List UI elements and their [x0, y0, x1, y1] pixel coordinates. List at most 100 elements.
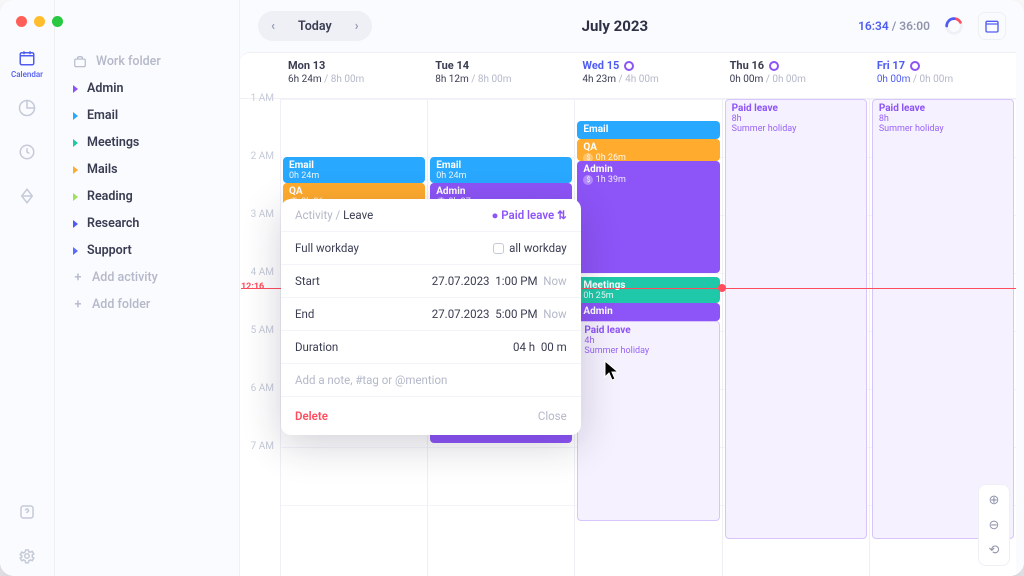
triangle-icon: [73, 112, 78, 120]
ring-icon: [943, 15, 965, 37]
topbar: ‹ Today › July 2023 16:34 / 36:00: [240, 0, 1024, 52]
work-folder-label: Work folder: [96, 54, 161, 69]
close-dot[interactable]: [16, 16, 27, 27]
iconbar-settings[interactable]: [7, 536, 47, 576]
day-headers: Mon 13 6h 24m / 8h 00m Tue 14 8h 12m / 8…: [240, 53, 1016, 99]
day-col-thu[interactable]: Paid leave 8h Summer holiday: [722, 99, 869, 576]
end-time-input[interactable]: 5:00 PM: [495, 307, 537, 321]
start-time-input[interactable]: 1:00 PM: [495, 274, 537, 288]
pie-chart-icon: [18, 99, 36, 117]
day-col-wed[interactable]: Email QA $ 0h 26m Admin $ 1h 39m Meeting…: [574, 99, 721, 576]
cursor-icon: [603, 360, 621, 382]
event-paid-leave[interactable]: Paid leave 8h Summer holiday: [725, 99, 867, 539]
activity-admin[interactable]: Admin: [65, 75, 229, 102]
popup-note-row: Add a note, #tag or @mention: [281, 364, 581, 397]
popup-workday-row: Full workday all workday: [281, 232, 581, 265]
event-email[interactable]: Email 0h 24m: [283, 157, 425, 183]
popup-type-row: Activity / Leave ● Paid leave ⇅: [281, 199, 581, 232]
all-workday-checkbox[interactable]: all workday: [493, 241, 567, 255]
iconbar-reports[interactable]: [7, 88, 47, 128]
event-paid-leave[interactable]: Paid leave 4h Summer holiday: [577, 321, 719, 521]
triangle-icon: [73, 193, 78, 201]
hour-label: 4 AM: [240, 267, 274, 325]
popup-actions: Delete Close: [281, 397, 581, 435]
maximize-dot[interactable]: [52, 16, 63, 27]
activity-research[interactable]: Research: [65, 210, 229, 237]
duration-h-input[interactable]: 04 h: [513, 340, 535, 354]
work-folder-row[interactable]: Work folder: [65, 48, 229, 75]
ring-icon: [910, 61, 920, 71]
hour-label: 1 AM: [240, 93, 274, 151]
window-traffic-lights[interactable]: [16, 16, 63, 27]
help-icon: [18, 503, 36, 521]
hour-labels: 1 AM2 AM3 AM4 AM5 AM6 AM7 AM: [240, 99, 280, 576]
add-activity[interactable]: + Add activity: [65, 264, 229, 291]
day-header[interactable]: Thu 16 0h 00m / 0h 00m: [722, 53, 869, 98]
day-header[interactable]: Tue 14 8h 12m / 8h 00m: [427, 53, 574, 98]
hour-label: 5 AM: [240, 325, 274, 383]
zoom-controls: ⊕ ⊖ ⟲: [978, 484, 1010, 566]
briefcase-icon: [73, 55, 87, 69]
activity-support[interactable]: Support: [65, 237, 229, 264]
gear-icon: [18, 547, 36, 565]
zoom-out-button[interactable]: ⊖: [983, 514, 1005, 536]
add-folder-label: Add folder: [92, 297, 150, 312]
day-header[interactable]: Wed 15 4h 23m / 4h 00m: [574, 53, 721, 98]
hour-label: 7 AM: [240, 441, 274, 499]
activity-label: Email: [87, 108, 118, 123]
add-folder[interactable]: + Add folder: [65, 291, 229, 318]
end-now-button[interactable]: Now: [543, 307, 566, 321]
activity-reading[interactable]: Reading: [65, 183, 229, 210]
duration-m-input[interactable]: 00 m: [541, 340, 567, 354]
activity-label: Research: [87, 216, 139, 231]
ring-icon: [769, 61, 779, 71]
activity-mails[interactable]: Mails: [65, 156, 229, 183]
popup-end-row: End 27.07.2023 5:00 PM Now: [281, 298, 581, 331]
zoom-in-button[interactable]: ⊕: [983, 489, 1005, 511]
triangle-icon: [73, 220, 78, 228]
popup-start-row: Start 27.07.2023 1:00 PM Now: [281, 265, 581, 298]
triangle-icon: [73, 247, 78, 255]
activity-meetings[interactable]: Meetings: [65, 129, 229, 156]
calendar-icon: [18, 49, 36, 67]
event-admin[interactable]: Admin $ 1h 39m: [577, 161, 719, 273]
iconbar-calendar[interactable]: Calendar: [7, 44, 47, 84]
sidebar: Work folder Admin Email Meetings Mails R…: [55, 0, 240, 576]
iconbar-app[interactable]: [7, 176, 47, 216]
progress-ring-icon[interactable]: [940, 12, 968, 40]
delete-button[interactable]: Delete: [295, 409, 328, 423]
close-button[interactable]: Close: [538, 409, 567, 423]
leave-type-select[interactable]: ● Paid leave ⇅: [491, 208, 566, 222]
event-paid-leave[interactable]: Paid leave 8h Summer holiday: [872, 99, 1014, 539]
day-header[interactable]: Fri 17 0h 00m / 0h 00m: [869, 53, 1016, 98]
calendar-view-button[interactable]: [978, 12, 1006, 40]
activity-email[interactable]: Email: [65, 102, 229, 129]
popup-duration-row: Duration 04 h 00 m: [281, 331, 581, 364]
minimize-dot[interactable]: [34, 16, 45, 27]
iconbar-help[interactable]: [7, 492, 47, 532]
event-email[interactable]: Email: [577, 121, 719, 139]
calendar-columns: Email 0h 24m QA $ 0h 26m Admin with @dev…: [280, 99, 1016, 576]
event-admin[interactable]: Admin: [577, 303, 719, 321]
iconbar: Calendar: [0, 0, 55, 576]
start-now-button[interactable]: Now: [543, 274, 566, 288]
zoom-reset-button[interactable]: ⟲: [983, 539, 1005, 561]
diamond-icon: [18, 187, 36, 205]
add-activity-label: Add activity: [92, 270, 158, 285]
end-date-input[interactable]: 27.07.2023: [432, 307, 490, 321]
note-input[interactable]: Add a note, #tag or @mention: [295, 373, 567, 387]
month-title: July 2023: [382, 17, 848, 35]
today-button[interactable]: Today: [288, 19, 342, 34]
iconbar-clock[interactable]: [7, 132, 47, 172]
day-header[interactable]: Mon 13 6h 24m / 8h 00m: [280, 53, 427, 98]
event-qa[interactable]: QA $ 0h 26m: [577, 139, 719, 161]
day-col-mon[interactable]: Email 0h 24m QA $ 0h 26m Admin with @dev…: [280, 99, 427, 576]
triangle-icon: [73, 166, 78, 174]
start-date-input[interactable]: 27.07.2023: [432, 274, 490, 288]
event-meetings[interactable]: Meetings 0h 25m: [577, 277, 719, 303]
triangle-icon: [73, 85, 78, 93]
next-button[interactable]: ›: [342, 11, 372, 41]
activity-label: Reading: [87, 189, 133, 204]
prev-button[interactable]: ‹: [258, 11, 288, 41]
event-email[interactable]: Email 0h 24m: [430, 157, 572, 183]
